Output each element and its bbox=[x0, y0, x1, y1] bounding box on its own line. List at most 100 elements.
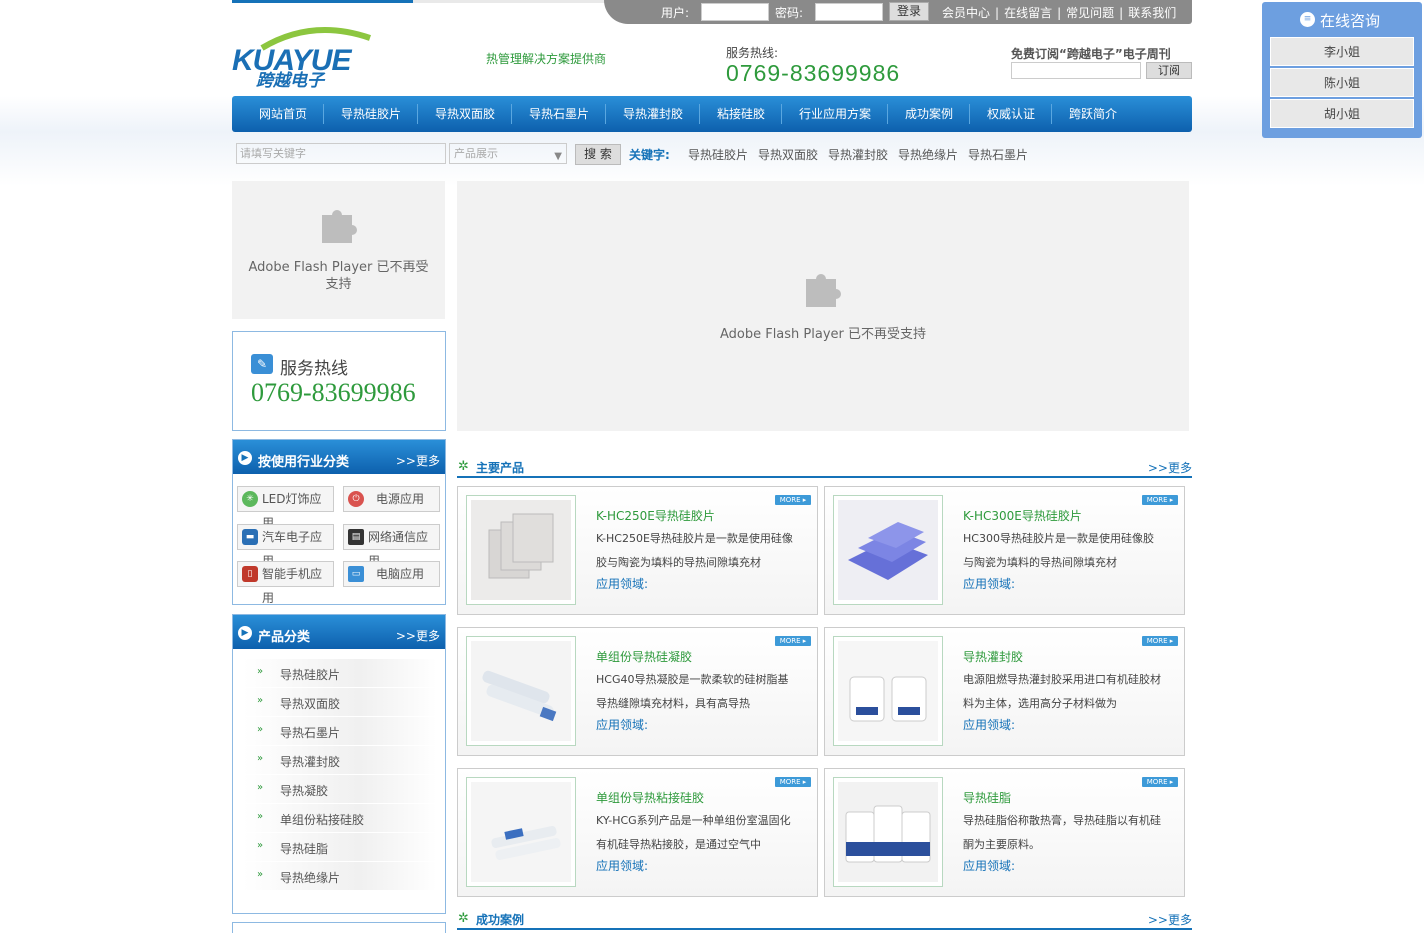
nav-adhesive[interactable]: 粘接硅胶 bbox=[717, 96, 765, 132]
keyword-link[interactable]: 导热双面胶 bbox=[758, 146, 818, 163]
success-cases-header: ✲ 成功案例 >>更多 bbox=[457, 908, 1192, 930]
product-image[interactable] bbox=[466, 636, 576, 746]
consult-agent-button[interactable]: 陈小姐 bbox=[1270, 68, 1414, 97]
hotline-box-title: 服务热线 bbox=[280, 359, 348, 379]
nav-double-tape[interactable]: 导热双面胶 bbox=[435, 96, 495, 132]
industry-network-button[interactable]: ▤ 网络通信应用 bbox=[343, 524, 440, 568]
product-card[interactable]: MORE ▸ 单组份导热粘接硅胶 KY-HCG系列产品是一种单组份室温固化有机硅… bbox=[457, 768, 818, 897]
nav-divider bbox=[511, 104, 512, 124]
member-center-link[interactable]: 会员中心 bbox=[942, 6, 990, 20]
keyword-search-input[interactable]: 请填写关键字 bbox=[236, 143, 446, 164]
product-name[interactable]: K-HC250E导热硅胶片 bbox=[596, 507, 715, 524]
industry-label: 电脑应用 bbox=[376, 567, 425, 581]
potting-bucket-image bbox=[838, 641, 938, 741]
success-cases-more-link[interactable]: >>更多 bbox=[1148, 911, 1192, 928]
search-button[interactable]: 搜 索 bbox=[575, 144, 621, 165]
product-category-item[interactable]: » 导热硅胶片 bbox=[243, 659, 437, 688]
product-category-item[interactable]: » 单组份粘接硅胶 bbox=[243, 804, 437, 833]
nav-thermal-pad[interactable]: 导热硅胶片 bbox=[341, 96, 401, 132]
product-category-item[interactable]: » 导热石墨片 bbox=[243, 717, 437, 746]
more-badge[interactable]: MORE ▸ bbox=[775, 777, 811, 787]
product-card[interactable]: MORE ▸ K-HC300E导热硅胶片 HC300导热硅胶片是一款是使用硅像胶… bbox=[824, 486, 1185, 615]
online-message-link[interactable]: 在线留言 bbox=[1004, 6, 1052, 20]
product-card[interactable]: MORE ▸ 导热灌封胶 电源阻燃导热灌封胶采用进口有机硅胶材料为主体，选用高分… bbox=[824, 627, 1185, 756]
nav-about[interactable]: 跨跃简介 bbox=[1069, 96, 1117, 132]
faq-link[interactable]: 常见问题 bbox=[1066, 6, 1114, 20]
category-label: 导热凝胶 bbox=[280, 784, 329, 798]
subscribe-label: 免费订阅“跨越电子”电子周刊 bbox=[1011, 47, 1171, 61]
product-image[interactable] bbox=[466, 495, 576, 605]
password-input[interactable] bbox=[815, 3, 883, 21]
industry-power-button[interactable]: ⏻ 电源应用 bbox=[343, 486, 440, 512]
more-badge[interactable]: MORE ▸ bbox=[775, 495, 811, 505]
product-card[interactable]: MORE ▸ K-HC250E导热硅胶片 K-HC250E导热硅胶片是一款是使用… bbox=[457, 486, 818, 615]
product-name[interactable]: 导热灌封胶 bbox=[963, 648, 1023, 665]
consult-agent-button[interactable]: 李小姐 bbox=[1270, 37, 1414, 66]
login-button[interactable]: 登录 bbox=[889, 2, 929, 21]
product-card[interactable]: MORE ▸ 单组份导热硅凝胶 HCG40导热凝胶是一款柔软的硅树脂基导热缝隙填… bbox=[457, 627, 818, 756]
nav-solutions[interactable]: 行业应用方案 bbox=[799, 96, 871, 132]
left-flash-placeholder: Adobe Flash Player 已不再受支持 bbox=[232, 181, 445, 319]
more-badge[interactable]: MORE ▸ bbox=[1142, 636, 1178, 646]
nav-graphite[interactable]: 导热石墨片 bbox=[529, 96, 589, 132]
nav-divider bbox=[781, 104, 782, 124]
slogan: 热管理解决方案提供商 bbox=[486, 52, 607, 66]
router-icon: ▤ bbox=[348, 529, 364, 545]
consult-agent-button[interactable]: 胡小姐 bbox=[1270, 99, 1414, 128]
double-arrow-icon: » bbox=[257, 782, 264, 793]
application-field-label: 应用领域: bbox=[596, 577, 649, 591]
keyword-link[interactable]: 导热硅胶片 bbox=[688, 146, 748, 163]
product-image[interactable] bbox=[833, 636, 943, 746]
page-wrapper: 用户: 密码: 登录 会员中心 | 在线留言 | 常见问题 | 联系我们 KUAYUE 跨越… bbox=[232, 0, 1192, 933]
product-card[interactable]: MORE ▸ 导热硅脂 导热硅脂俗称散热膏，导热硅脂以有机硅酮为主要原料。 应用… bbox=[824, 768, 1185, 897]
more-badge[interactable]: MORE ▸ bbox=[775, 636, 811, 646]
keyword-link[interactable]: 导热绝缘片 bbox=[898, 146, 958, 163]
industry-computer-button[interactable]: ▭ 电脑应用 bbox=[343, 561, 440, 587]
product-image[interactable] bbox=[833, 495, 943, 605]
double-arrow-icon: » bbox=[257, 840, 264, 851]
application-field-label: 应用领域: bbox=[596, 859, 649, 873]
product-category-more-link[interactable]: >>更多 bbox=[396, 627, 440, 644]
product-name[interactable]: 单组份导热粘接硅胶 bbox=[596, 789, 704, 806]
product-category-item[interactable]: » 导热硅脂 bbox=[243, 833, 437, 862]
flash-unsupported-text: Adobe Flash Player 已不再受支持 bbox=[719, 327, 927, 342]
product-name[interactable]: 导热硅脂 bbox=[963, 789, 1011, 806]
product-name[interactable]: K-HC300E导热硅胶片 bbox=[963, 507, 1082, 524]
product-image[interactable] bbox=[466, 777, 576, 887]
led-icon: ✳ bbox=[242, 491, 258, 507]
industry-auto-button[interactable]: ▬ 汽车电子应用 bbox=[237, 524, 334, 568]
more-badge[interactable]: MORE ▸ bbox=[1142, 495, 1178, 505]
product-image[interactable] bbox=[833, 777, 943, 887]
site-logo[interactable]: KUAYUE 跨越电子 bbox=[232, 24, 372, 91]
industry-led-button[interactable]: ✳ LED灯饰应用 bbox=[237, 486, 334, 530]
more-badge[interactable]: MORE ▸ bbox=[1142, 777, 1178, 787]
search-category-select[interactable]: 产品展示 ▼ bbox=[449, 143, 567, 164]
nav-home[interactable]: 网站首页 bbox=[259, 96, 307, 132]
keyword-link[interactable]: 导热石墨片 bbox=[968, 146, 1028, 163]
search-category-value: 产品展示 bbox=[454, 147, 498, 160]
product-category-item[interactable]: » 导热凝胶 bbox=[243, 775, 437, 804]
product-name[interactable]: 单组份导热硅凝胶 bbox=[596, 648, 692, 665]
logo-chinese: 跨越电子 bbox=[256, 71, 324, 91]
industry-more-link[interactable]: >>更多 bbox=[396, 452, 440, 469]
keyword-link[interactable]: 导热灌封胶 bbox=[828, 146, 888, 163]
product-description: HC300导热硅胶片是一款是使用硅像胶与陶瓷为填料的导热间隙填充材 bbox=[963, 532, 1154, 569]
top-line-accent bbox=[232, 0, 413, 3]
thermal-pad-image bbox=[471, 500, 571, 600]
main-nav: 网站首页 导热硅胶片 导热双面胶 导热石墨片 导热灌封胶 粘接硅胶 行业应用方案… bbox=[232, 96, 1192, 132]
nav-potting[interactable]: 导热灌封胶 bbox=[623, 96, 683, 132]
product-category-item[interactable]: » 导热双面胶 bbox=[243, 688, 437, 717]
contact-link[interactable]: 联系我们 bbox=[1128, 6, 1176, 20]
grease-jar-image bbox=[838, 782, 938, 882]
username-input[interactable] bbox=[701, 3, 769, 21]
main-products-more-link[interactable]: >>更多 bbox=[1148, 459, 1192, 476]
nav-cases[interactable]: 成功案例 bbox=[905, 96, 953, 132]
gel-tube-image bbox=[471, 641, 571, 741]
product-category-item[interactable]: » 导热灌封胶 bbox=[243, 746, 437, 775]
nav-certification[interactable]: 权威认证 bbox=[987, 96, 1035, 132]
double-arrow-icon: » bbox=[257, 666, 264, 677]
industry-phone-button[interactable]: ▯ 智能手机应用 bbox=[237, 561, 334, 605]
subscribe-email-input[interactable] bbox=[1011, 62, 1141, 79]
product-category-item[interactable]: » 导热绝缘片 bbox=[243, 862, 437, 891]
subscribe-button[interactable]: 订阅 bbox=[1146, 62, 1192, 79]
